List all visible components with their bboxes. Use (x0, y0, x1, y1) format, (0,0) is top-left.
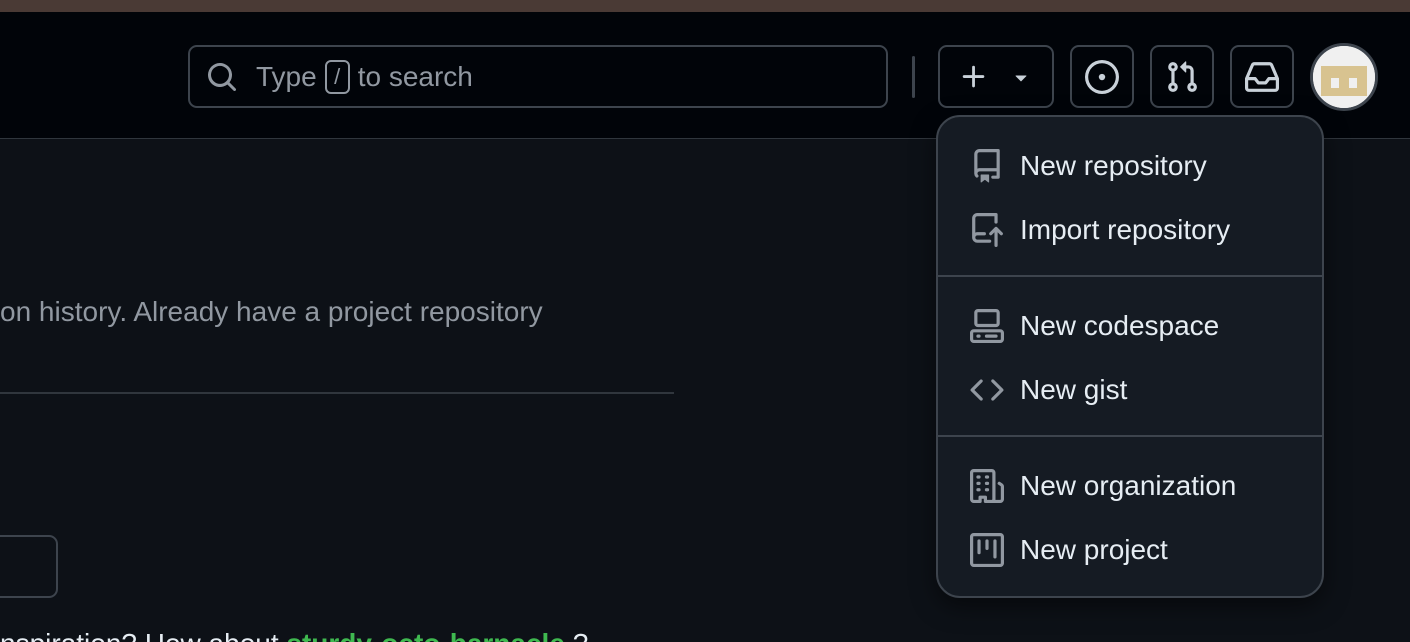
menu-item-label: New organization (1020, 470, 1237, 501)
repo-push-icon (972, 213, 1003, 247)
repo-icon (974, 149, 1000, 183)
codespaces-icon (970, 309, 1004, 343)
menu-item-new-project[interactable]: New project (938, 518, 1322, 582)
organization-icon (970, 469, 1004, 503)
inspiration-suffix: ? (573, 628, 589, 642)
create-new-button[interactable] (938, 45, 1054, 108)
search-input[interactable]: Type / to search (188, 45, 888, 108)
create-new-dropdown-menu: New repository Import repository New cod… (936, 115, 1324, 598)
menu-item-import-repository[interactable]: Import repository (938, 198, 1322, 262)
menu-divider (938, 275, 1322, 277)
git-pull-request-icon (1168, 60, 1197, 92)
plus-icon (962, 65, 985, 87)
menu-item-new-repository[interactable]: New repository (938, 134, 1322, 198)
repository-name-input[interactable] (0, 535, 58, 598)
menu-item-label: New gist (1020, 374, 1128, 405)
triangle-down-icon (1015, 75, 1027, 81)
avatar[interactable] (1310, 43, 1378, 111)
inbox-icon (1245, 61, 1279, 92)
search-text-after: to search (357, 60, 473, 92)
issue-opened-icon (1085, 59, 1119, 94)
menu-item-label: New repository (1020, 150, 1207, 181)
header-divider (912, 56, 915, 98)
menu-item-new-gist[interactable]: New gist (938, 358, 1322, 422)
content-divider (0, 392, 674, 394)
search-placeholder: Type / to search (256, 59, 473, 94)
issues-button[interactable] (1070, 45, 1134, 108)
pull-requests-button[interactable] (1150, 45, 1214, 108)
menu-divider (938, 435, 1322, 437)
menu-item-new-codespace[interactable]: New codespace (938, 294, 1322, 358)
project-icon (970, 533, 1004, 567)
inspiration-prefix: nspiration? How about (0, 628, 279, 642)
identicon-image (1313, 46, 1375, 108)
search-icon (208, 62, 237, 91)
menu-item-label: New codespace (1020, 310, 1220, 341)
empty-repo-description: on history. Already have a project repos… (0, 296, 543, 327)
code-icon (970, 379, 1004, 401)
inbox-button[interactable] (1230, 45, 1294, 108)
inspiration-text: nspiration? How about sturdy-octo-barnac… (0, 628, 588, 642)
menu-item-label: Import repository (1020, 214, 1231, 245)
menu-item-new-organization[interactable]: New organization (938, 454, 1322, 518)
search-shortcut-key: / (324, 59, 350, 94)
menu-item-label: New project (1020, 534, 1168, 565)
inspiration-suggestion-link[interactable]: sturdy-octo-barnacle (286, 628, 565, 642)
browser-top-strip (0, 0, 1410, 12)
search-text-before: Type (256, 60, 317, 92)
